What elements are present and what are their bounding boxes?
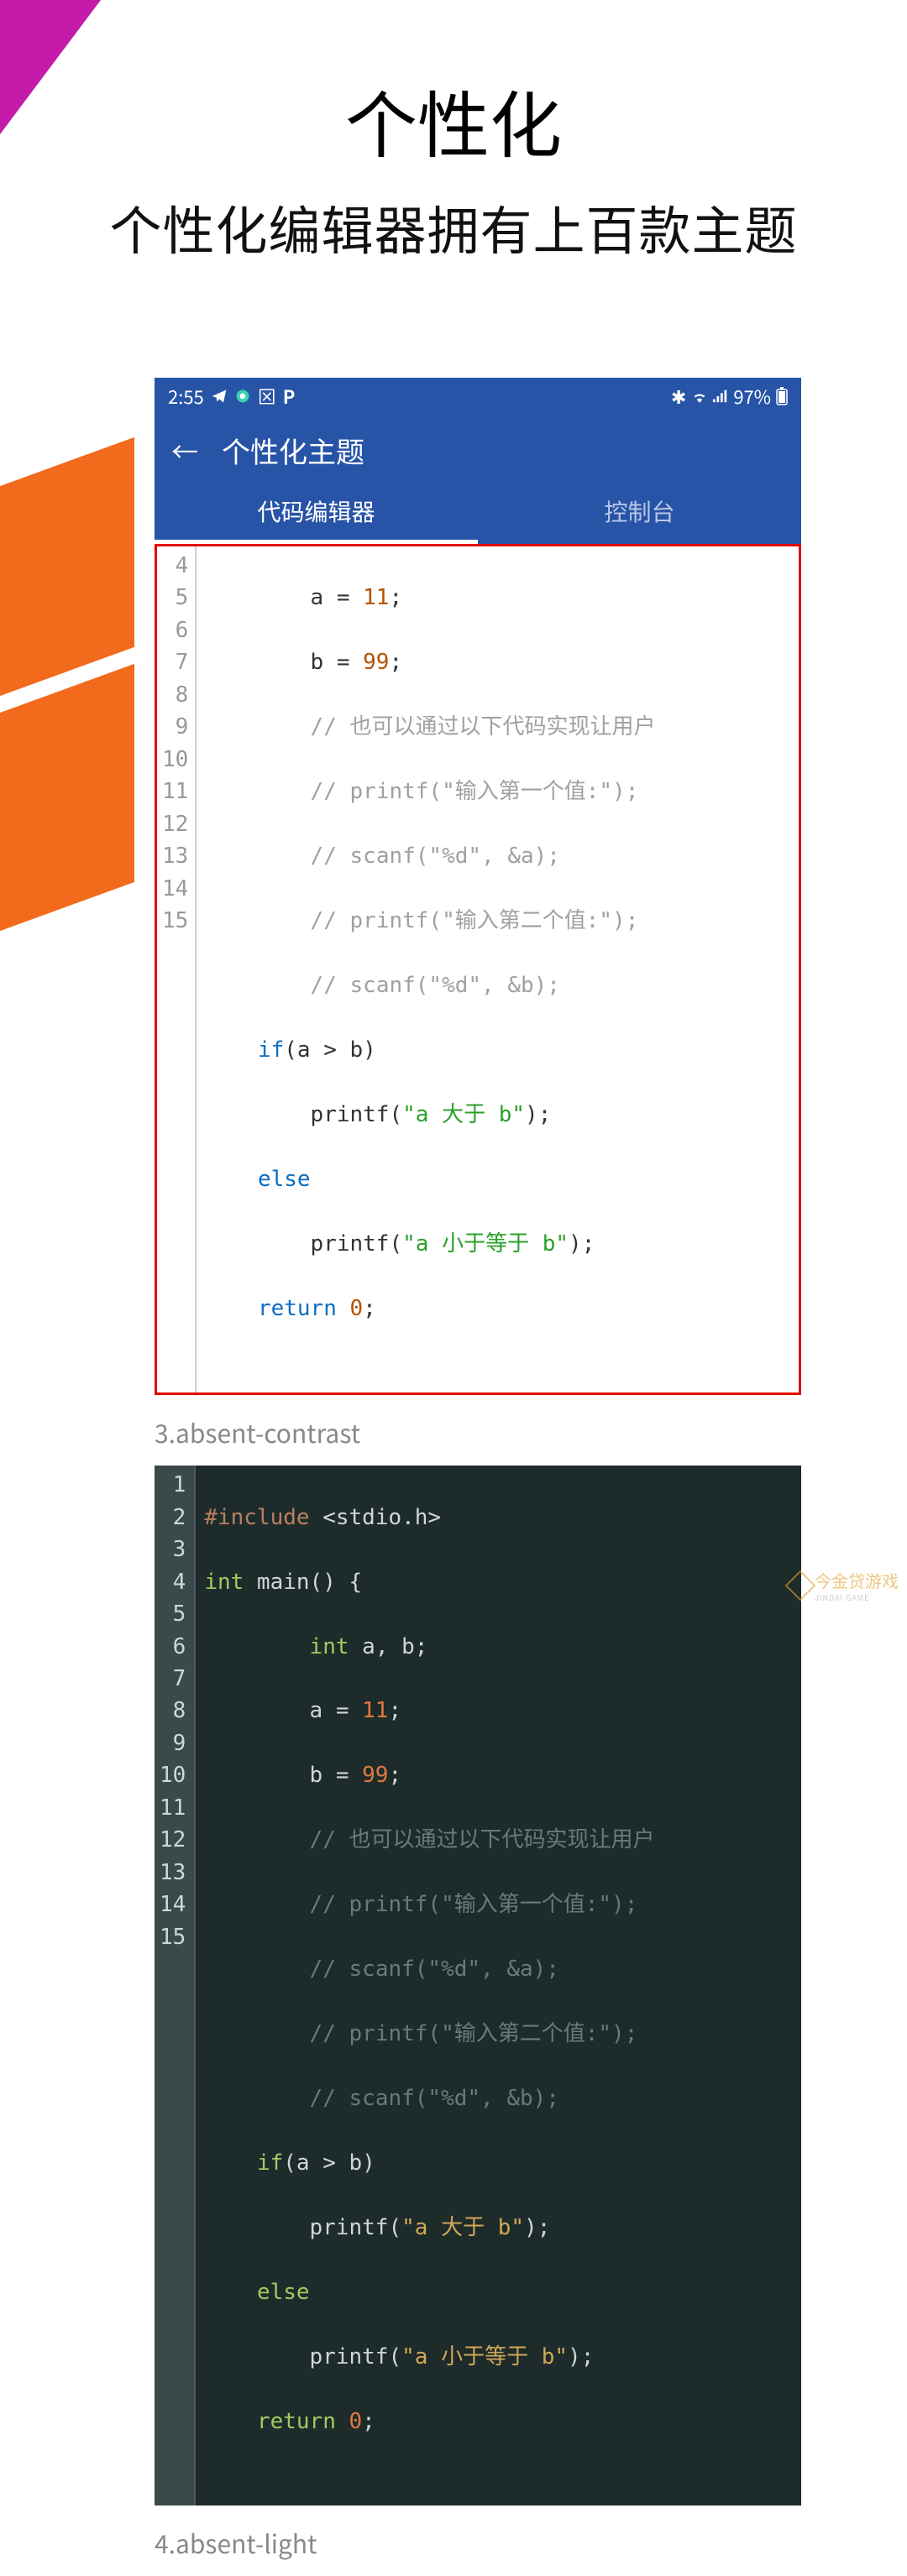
watermark: 今金贷游戏 JINDAI GAME <box>789 1568 899 1603</box>
battery-percent: 97% <box>733 383 771 410</box>
back-icon[interactable]: ← <box>171 431 198 470</box>
tab-code-editor[interactable]: 代码编辑器 <box>155 479 478 544</box>
wifi-icon <box>691 389 708 403</box>
watermark-logo-icon <box>785 1570 816 1602</box>
code-preview-dark: 1 2 3 4 5 6 7 8 9 10 11 12 13 14 15 #inc… <box>155 1466 801 2505</box>
app-bar: ← 个性化主题 <box>155 415 801 479</box>
decoration-triangle <box>0 0 101 134</box>
watermark-subtext: JINDAI GAME <box>815 1592 899 1603</box>
signal-icon <box>713 389 728 403</box>
appbar-title: 个性化主题 <box>222 430 364 471</box>
tab-bar: 代码编辑器 控制台 <box>155 479 801 544</box>
theme-name-4: 4.absent-light <box>155 2505 801 2576</box>
notification-icon: ⊠ <box>258 383 276 410</box>
code-body[interactable]: #include <stdio.h> int main() { int a, b… <box>196 1466 658 2505</box>
theme-name-3: 3.absent-contrast <box>155 1395 801 1466</box>
status-bar: 2:55 ⊠ P ✱ 97% <box>155 378 801 415</box>
decoration-stripe-1 <box>0 437 134 696</box>
bluetooth-icon: ✱ <box>671 383 686 410</box>
tab-console[interactable]: 控制台 <box>478 479 801 544</box>
heading-block: 个性化 个性化编辑器拥有上百款主题 <box>0 0 907 264</box>
watermark-text: 今金贷游戏 <box>815 1568 899 1592</box>
p-icon: P <box>283 383 296 410</box>
page-subtitle: 个性化编辑器拥有上百款主题 <box>0 189 907 264</box>
telegram-icon <box>211 388 228 405</box>
code-preview-light: 4 5 6 7 8 9 10 11 12 13 14 15 a = 11; b … <box>155 544 801 1395</box>
battery-icon <box>776 387 788 405</box>
page-title: 个性化 <box>0 67 907 172</box>
status-time: 2:55 <box>168 383 204 410</box>
line-gutter: 1 2 3 4 5 6 7 8 9 10 11 12 13 14 15 <box>155 1466 196 2505</box>
app-icon <box>234 388 251 405</box>
decoration-stripe-2 <box>0 664 134 931</box>
code-body[interactable]: a = 11; b = 99; // 也可以通过以下代码实现让用户 // pri… <box>197 546 658 1393</box>
line-gutter: 4 5 6 7 8 9 10 11 12 13 14 15 <box>157 546 197 1393</box>
phone-screenshot: 2:55 ⊠ P ✱ 97% ← 个性化主题 代码编辑器 控制台 4 5 6 7… <box>155 378 801 2576</box>
